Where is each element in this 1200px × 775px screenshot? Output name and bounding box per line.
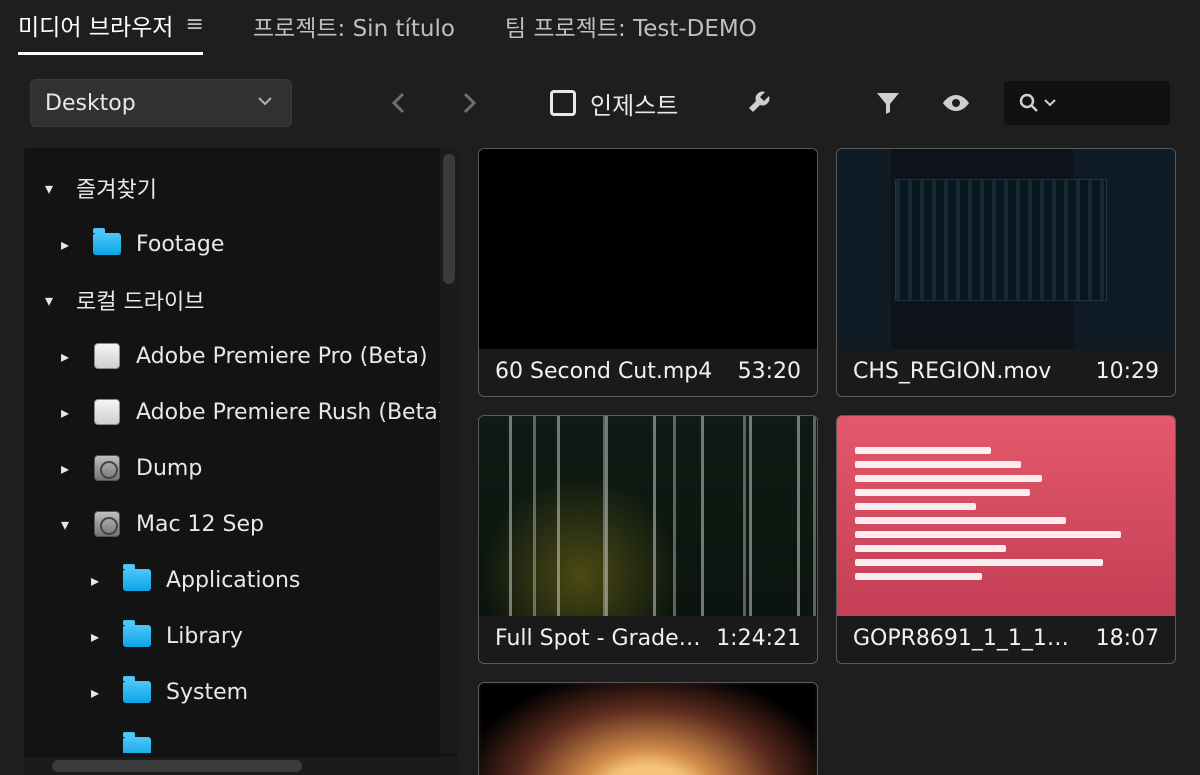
search-icon <box>1018 92 1040 114</box>
tree-item-folder[interactable] <box>24 720 458 753</box>
media-clip-card[interactable]: CHS_REGION.mov 10:29 <box>836 148 1176 397</box>
drive-icon <box>92 342 122 370</box>
tree-item-footage[interactable]: ▸ Footage <box>24 216 458 272</box>
chevron-right-icon: ▸ <box>52 459 78 478</box>
tree-label: Dump <box>136 456 202 481</box>
clip-name: Full Spot - Grade… <box>495 626 701 651</box>
scrollbar-thumb[interactable] <box>52 760 302 772</box>
clip-thumbnail-media-offline <box>837 416 1175 616</box>
ingest-label: 인제스트 <box>590 86 678 121</box>
chevron-down-icon: ▾ <box>36 291 62 310</box>
clip-name: CHS_REGION.mov <box>853 359 1051 384</box>
clip-duration: 1:24:21 <box>716 626 801 651</box>
ingest-toggle[interactable]: 인제스트 <box>550 86 678 121</box>
drive-icon <box>92 454 122 482</box>
folder-icon <box>122 566 152 594</box>
clip-name: GOPR8691_1_1_1… <box>853 626 1069 651</box>
media-clip-card[interactable] <box>478 682 818 775</box>
tree-label: 로컬 드라이브 <box>76 284 204 316</box>
chevron-down-icon <box>257 93 273 114</box>
media-clip-card[interactable]: GOPR8691_1_1_1… 18:07 <box>836 415 1176 664</box>
chevron-right-icon: ▸ <box>82 627 108 646</box>
tab-label: 프로젝트: Sin título <box>253 9 455 43</box>
tab-label: 미디어 브라우저 <box>18 8 173 42</box>
drive-icon <box>92 510 122 538</box>
tree-group-favorites[interactable]: ▾ 즐겨찾기 <box>24 160 458 216</box>
tree-item-folder[interactable]: ▸ Applications <box>24 552 458 608</box>
location-select[interactable]: Desktop <box>30 79 292 127</box>
chevron-right-icon: ▸ <box>52 347 78 366</box>
media-thumbnail-grid: 60 Second Cut.mp4 53:20 CHS_REGION.mov 1… <box>478 148 1190 775</box>
folder-tree[interactable]: ▾ 즐겨찾기 ▸ Footage ▾ 로컬 드라이브 ▸ Adobe Premi… <box>24 148 458 753</box>
tree-item-drive[interactable]: ▸ Dump <box>24 440 458 496</box>
tree-item-folder[interactable]: ▸ Library <box>24 608 458 664</box>
chevron-down-icon: ▾ <box>52 515 78 534</box>
media-clip-card[interactable]: Full Spot - Grade… 1:24:21 <box>478 415 818 664</box>
drive-icon <box>92 398 122 426</box>
panel-menu-icon[interactable]: ≡ <box>185 12 202 37</box>
scrollbar-horizontal[interactable] <box>24 757 458 775</box>
tree-group-local-drives[interactable]: ▾ 로컬 드라이브 <box>24 272 458 328</box>
tree-label: 즐겨찾기 <box>76 172 157 204</box>
tree-label: Applications <box>166 568 300 593</box>
chevron-down-icon: ▾ <box>36 179 62 198</box>
tree-label: System <box>166 680 248 705</box>
main-split: ▾ 즐겨찾기 ▸ Footage ▾ 로컬 드라이브 ▸ Adobe Premi… <box>0 148 1200 775</box>
nav-back-button[interactable] <box>380 83 420 123</box>
clip-thumbnail <box>479 683 817 775</box>
scrollbar-thumb[interactable] <box>443 154 455 284</box>
search-field[interactable] <box>1004 81 1170 125</box>
folder-icon <box>122 622 152 650</box>
tree-item-drive[interactable]: ▸ Adobe Premiere Pro (Beta) <box>24 328 458 384</box>
wrench-settings-button[interactable] <box>740 83 780 123</box>
tree-label: Adobe Premiere Rush (Beta) <box>136 400 446 425</box>
media-browser-toolbar: Desktop 인제스트 <box>0 50 1200 148</box>
nav-forward-button[interactable] <box>448 83 488 123</box>
filter-funnel-button[interactable] <box>868 83 908 123</box>
clip-thumbnail <box>837 149 1175 349</box>
tree-label: Mac 12 Sep <box>136 512 264 537</box>
tree-item-drive-mac12sep[interactable]: ▾ Mac 12 Sep <box>24 496 458 552</box>
scrollbar-vertical[interactable] <box>440 148 458 753</box>
tree-label: Footage <box>136 232 224 257</box>
chevron-right-icon: ▸ <box>82 571 108 590</box>
tree-label: Adobe Premiere Pro (Beta) <box>136 344 428 369</box>
tab-project[interactable]: 프로젝트: Sin título <box>253 9 455 53</box>
clip-duration: 10:29 <box>1096 359 1159 384</box>
checkbox-icon <box>550 90 576 116</box>
chevron-right-icon: ▸ <box>82 683 108 702</box>
clip-duration: 18:07 <box>1096 626 1159 651</box>
chevron-right-icon: ▸ <box>52 403 78 422</box>
folder-tree-panel: ▾ 즐겨찾기 ▸ Footage ▾ 로컬 드라이브 ▸ Adobe Premi… <box>24 148 458 775</box>
folder-icon <box>92 230 122 258</box>
tree-item-folder[interactable]: ▸ System <box>24 664 458 720</box>
clip-thumbnail <box>479 416 817 616</box>
location-select-value: Desktop <box>45 91 136 116</box>
media-clip-card[interactable]: 60 Second Cut.mp4 53:20 <box>478 148 818 397</box>
tree-label: Library <box>166 624 243 649</box>
clip-duration: 53:20 <box>738 359 801 384</box>
folder-icon <box>122 734 152 753</box>
visibility-eye-button[interactable] <box>936 83 976 123</box>
tree-item-drive[interactable]: ▸ Adobe Premiere Rush (Beta) <box>24 384 458 440</box>
tab-team-project[interactable]: 팀 프로젝트: Test-DEMO <box>505 9 757 53</box>
chevron-right-icon: ▸ <box>52 235 78 254</box>
tab-label: 팀 프로젝트: Test-DEMO <box>505 9 757 43</box>
panel-tab-bar: 미디어 브라우저 ≡ 프로젝트: Sin título 팀 프로젝트: Test… <box>0 0 1200 50</box>
clip-thumbnail <box>479 149 817 349</box>
tab-media-browser[interactable]: 미디어 브라우저 ≡ <box>18 8 203 55</box>
clip-name: 60 Second Cut.mp4 <box>495 359 712 384</box>
folder-icon <box>122 678 152 706</box>
chevron-down-icon <box>1044 97 1056 109</box>
